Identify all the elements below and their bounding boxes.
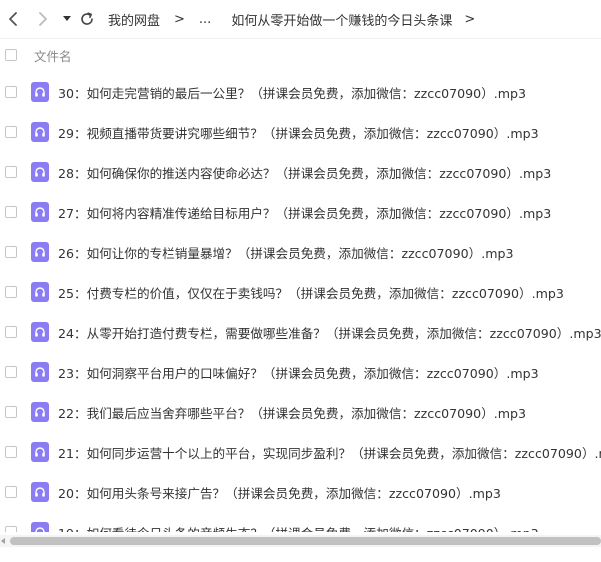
row-checkbox[interactable] [5, 366, 17, 378]
audio-headphones-icon [31, 122, 49, 142]
file-list: 30：如何走完营销的最后一公里？（拼课会员免费，添加微信：zzcc07090）.… [0, 72, 601, 532]
row-checkbox[interactable] [5, 526, 17, 532]
chevron-left-icon [8, 12, 18, 26]
file-row[interactable]: 28：如何确保你的推送内容使命必达？（拼课会员免费，添加微信：zzcc07090… [0, 152, 601, 192]
back-button[interactable] [3, 9, 23, 29]
file-name[interactable]: 20：如何用头条号来接广告？（拼课会员免费，添加微信：zzcc07090）.mp… [58, 483, 501, 502]
file-name[interactable]: 30：如何走完营销的最后一公里？（拼课会员免费，添加微信：zzcc07090）.… [58, 83, 526, 102]
forward-button[interactable] [33, 9, 53, 29]
file-name[interactable]: 24：从零开始打造付费专栏，需要做哪些准备？（拼课会员免费，添加微信：zzcc0… [58, 323, 601, 342]
file-row[interactable]: 20：如何用头条号来接广告？（拼课会员免费，添加微信：zzcc07090）.mp… [0, 472, 601, 512]
audio-headphones-icon [31, 482, 49, 502]
row-checkbox[interactable] [5, 166, 17, 178]
audio-headphones-icon [31, 82, 49, 102]
file-row[interactable]: 22：我们最后应当舍弃哪些平台？（拼课会员免费，添加微信：zzcc07090）.… [0, 392, 601, 432]
file-name[interactable]: 26：如何让你的专栏销量暴增？（拼课会员免费，添加微信：zzcc07090）.m… [58, 243, 513, 262]
file-row[interactable]: 27：如何将内容精准传递给目标用户？（拼课会员免费，添加微信：zzcc07090… [0, 192, 601, 232]
scrollbar-thumb[interactable] [10, 537, 601, 545]
row-checkbox[interactable] [5, 286, 17, 298]
audio-headphones-icon [31, 522, 49, 532]
file-row[interactable]: 23：如何洞察平台用户的口味偏好？（拼课会员免费，添加微信：zzcc07090）… [0, 352, 601, 392]
file-row[interactable]: 21：如何同步运营十个以上的平台，实现同步盈利？（拼课会员免费，添加微信：zzc… [0, 432, 601, 472]
file-name[interactable]: 28：如何确保你的推送内容使命必达？（拼课会员免费，添加微信：zzcc07090… [58, 163, 551, 182]
scroll-left-arrow-icon[interactable] [1, 538, 5, 544]
row-checkbox[interactable] [5, 246, 17, 258]
breadcrumb-current-folder[interactable]: 如何从零开始做一个赚钱的今日头条课 [231, 10, 452, 29]
file-row[interactable]: 24：从零开始打造付费专栏，需要做哪些准备？（拼课会员免费，添加微信：zzcc0… [0, 312, 601, 352]
list-header: 文件名 [0, 38, 601, 72]
file-name[interactable]: 29：视频直播带货要讲究哪些细节？（拼课会员免费，添加微信：zzcc07090）… [58, 123, 539, 142]
row-checkbox[interactable] [5, 446, 17, 458]
audio-headphones-icon [31, 202, 49, 222]
row-checkbox[interactable] [5, 86, 17, 98]
triangle-down-icon [63, 16, 71, 22]
column-header-filename[interactable]: 文件名 [34, 46, 72, 65]
audio-headphones-icon [31, 322, 49, 342]
audio-headphones-icon [31, 402, 49, 422]
audio-headphones-icon [31, 282, 49, 302]
file-row[interactable]: 25：付费专栏的价值，仅仅在于卖钱吗？（拼课会员免费，添加微信：zzcc0709… [0, 272, 601, 312]
audio-headphones-icon [31, 442, 49, 462]
breadcrumb-separator: > [174, 11, 185, 27]
audio-headphones-icon [31, 242, 49, 262]
file-name[interactable]: 25：付费专栏的价值，仅仅在于卖钱吗？（拼课会员免费，添加微信：zzcc0709… [58, 283, 564, 302]
row-checkbox[interactable] [5, 406, 17, 418]
row-checkbox[interactable] [5, 326, 17, 338]
file-row[interactable]: 29：视频直播带货要讲究哪些细节？（拼课会员免费，添加微信：zzcc07090）… [0, 112, 601, 152]
file-browser: 我的网盘 > ... 如何从零开始做一个赚钱的今日头条课 > 文件名 30：如何… [0, 0, 601, 562]
file-name[interactable]: 27：如何将内容精准传递给目标用户？（拼课会员免费，添加微信：zzcc07090… [58, 203, 551, 222]
breadcrumb-separator: > [464, 11, 476, 27]
row-checkbox[interactable] [5, 206, 17, 218]
breadcrumb-ellipsis[interactable]: ... [199, 12, 211, 27]
file-row[interactable]: 19：如何看待今日头条的音频生态？（拼课会员免费，添加微信：zzcc07090）… [0, 512, 601, 532]
file-name[interactable]: 23：如何洞察平台用户的口味偏好？（拼课会员免费，添加微信：zzcc07090）… [58, 363, 539, 382]
file-name[interactable]: 19：如何看待今日头条的音频生态？（拼课会员免费，添加微信：zzcc07090）… [58, 523, 539, 533]
chevron-right-icon [38, 12, 48, 26]
file-name[interactable]: 21：如何同步运营十个以上的平台，实现同步盈利？（拼课会员免费，添加微信：zzc… [58, 443, 601, 462]
refresh-button[interactable] [77, 9, 97, 29]
top-navigation-bar: 我的网盘 > ... 如何从零开始做一个赚钱的今日头条课 > [0, 0, 601, 39]
file-row[interactable]: 30：如何走完营销的最后一公里？（拼课会员免费，添加微信：zzcc07090）.… [0, 72, 601, 112]
file-row[interactable]: 26：如何让你的专栏销量暴增？（拼课会员免费，添加微信：zzcc07090）.m… [0, 232, 601, 272]
breadcrumb-root[interactable]: 我的网盘 [108, 10, 160, 29]
file-name[interactable]: 22：我们最后应当舍弃哪些平台？（拼课会员免费，添加微信：zzcc07090）.… [58, 403, 526, 422]
refresh-icon [80, 12, 94, 26]
row-checkbox[interactable] [5, 486, 17, 498]
select-all-checkbox[interactable] [5, 49, 17, 61]
row-checkbox[interactable] [5, 126, 17, 138]
history-dropdown-button[interactable] [57, 9, 77, 29]
horizontal-scrollbar[interactable] [0, 535, 601, 547]
audio-headphones-icon [31, 162, 49, 182]
audio-headphones-icon [31, 362, 49, 382]
breadcrumb: 我的网盘 > ... 如何从零开始做一个赚钱的今日头条课 > [108, 0, 475, 38]
